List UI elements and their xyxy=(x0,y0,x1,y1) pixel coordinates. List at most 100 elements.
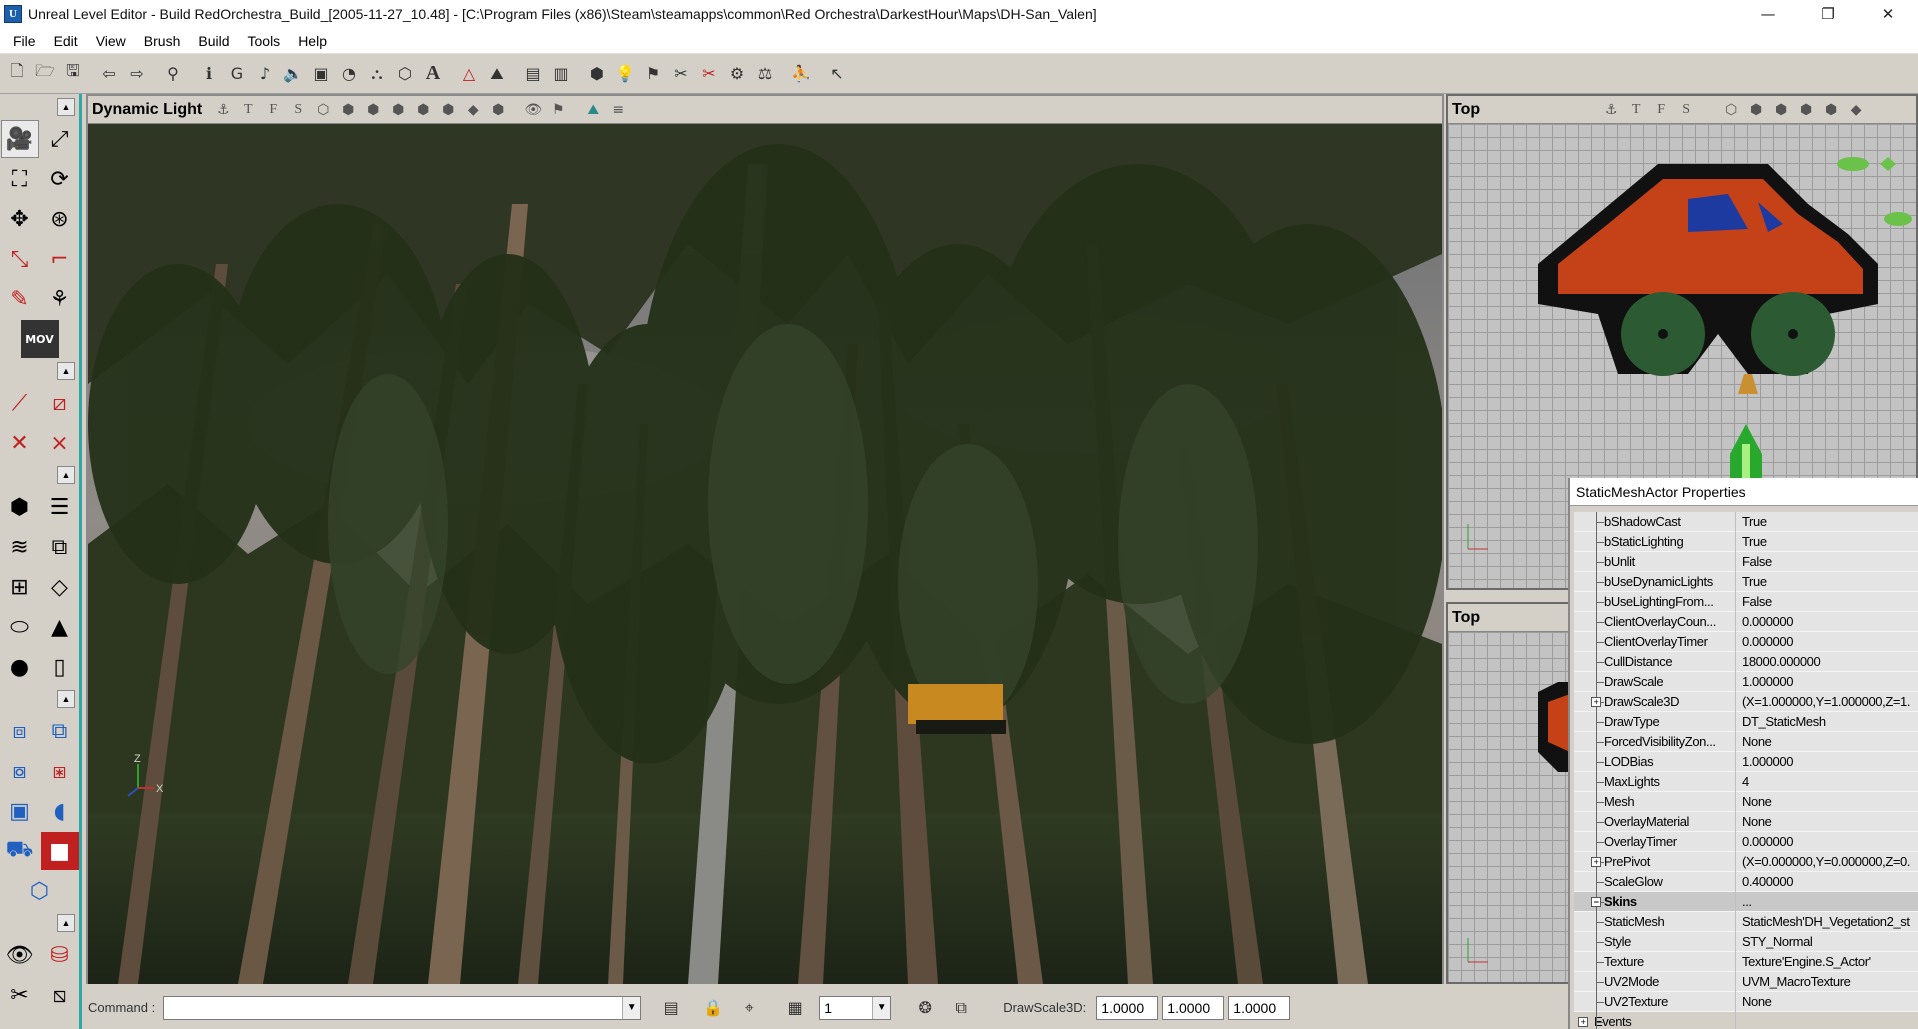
command-input[interactable]: ▼ xyxy=(163,995,642,1020)
font-browser-icon[interactable]: A xyxy=(420,61,446,87)
add-static-mesh-icon[interactable]: ■ xyxy=(40,832,79,870)
redo-icon[interactable]: ⇨ xyxy=(124,61,150,87)
top1-front-button[interactable]: F xyxy=(1650,99,1672,121)
flip-clip-icon[interactable]: ✕ xyxy=(1,424,39,462)
context-help-icon[interactable]: ↖ xyxy=(824,61,850,87)
camera-move-icon[interactable]: 🎥 xyxy=(0,120,39,158)
perspective-viewport[interactable]: Dynamic Light ⚓ T F S ⬡ ⬢ ⬢ ⬢ ⬢ ⬢ ◆ ⬢ 👁 … xyxy=(86,94,1444,984)
property-row[interactable]: bUnlit False xyxy=(1574,551,1918,572)
grid-lines-icon[interactable]: ≡ xyxy=(607,99,629,121)
grid-toggle-icon[interactable]: ▦ xyxy=(783,996,807,1020)
depth-complexity-icon[interactable]: ◆ xyxy=(462,99,484,121)
property-row[interactable]: ScaleGlow 0.400000 xyxy=(1574,871,1918,892)
cube-brush-icon[interactable]: ⬢ xyxy=(1,488,39,526)
top1-light-icon[interactable]: ⬢ xyxy=(1820,99,1842,121)
build-cover-icon[interactable]: ✂ xyxy=(668,61,694,87)
property-row[interactable]: bShadowCast True xyxy=(1574,512,1918,532)
collapse-csg-icon[interactable]: ▲ xyxy=(57,690,75,708)
show-selected-icon[interactable]: 👁 xyxy=(1,936,39,974)
terrain-editor-icon[interactable]: ⛰ xyxy=(484,61,510,87)
sheet-brush-icon[interactable]: ◇ xyxy=(41,568,79,606)
grid-size-dropdown-icon[interactable]: ▼ xyxy=(872,996,891,1019)
unrealscript-editor-icon[interactable]: ▥ xyxy=(548,61,574,87)
static-mesh-browser-icon[interactable]: ⬡ xyxy=(392,61,418,87)
textured-view-icon[interactable]: ⬢ xyxy=(387,99,409,121)
build-all-icon[interactable]: ⚙ xyxy=(724,61,750,87)
menu-build[interactable]: Build xyxy=(189,33,238,49)
menu-tools[interactable]: Tools xyxy=(239,33,290,49)
add-special-brush-icon[interactable]: ▣ xyxy=(1,792,39,830)
top1-top-button[interactable]: T xyxy=(1625,99,1647,121)
terrain-view-icon[interactable]: ⛰ xyxy=(582,99,604,121)
open-map-icon[interactable]: 🗁 xyxy=(32,61,58,87)
actor-class-browser-icon[interactable]: ℹ xyxy=(196,61,222,87)
collapse-brushes-icon[interactable]: ▲ xyxy=(57,466,75,484)
property-row[interactable]: bStaticLighting True xyxy=(1574,531,1918,552)
top1-lock-icon[interactable]: ⚓ xyxy=(1600,99,1622,121)
rotation-grid-icon[interactable]: ❂ xyxy=(913,996,937,1020)
terrain-icon[interactable]: ⤡ xyxy=(1,240,39,278)
collapse-visibility-icon[interactable]: ▲ xyxy=(57,914,75,932)
matinee-icon[interactable]: ⚘ xyxy=(41,280,79,318)
undo-icon[interactable]: ⇦ xyxy=(96,61,122,87)
prefab-browser-icon[interactable]: ⛬ xyxy=(364,61,390,87)
viewport-lock-icon[interactable]: ⚓ xyxy=(212,99,234,121)
dynamic-light-view-icon[interactable]: ⬢ xyxy=(412,99,434,121)
restore-button[interactable]: ❐ xyxy=(1798,0,1858,28)
select-all-icon[interactable]: ✂ xyxy=(1,976,39,1014)
property-row[interactable]: OverlayMaterial None xyxy=(1574,811,1918,832)
invert-selection-icon[interactable]: ⧅ xyxy=(41,976,79,1014)
cone-brush-icon[interactable]: ▲ xyxy=(41,608,79,646)
property-row[interactable]: DrawType DT_StaticMesh xyxy=(1574,711,1918,732)
csg-deintersect-icon[interactable]: ⧆ xyxy=(41,752,79,790)
texture-browser-icon[interactable]: ▣ xyxy=(308,61,334,87)
wireframe-icon[interactable]: ⬡ xyxy=(312,99,334,121)
save-map-icon[interactable]: 🖫 xyxy=(60,61,86,87)
property-row[interactable]: StaticMesh StaticMesh'DH_Vegetation2_st xyxy=(1574,911,1918,932)
top-viewport-2[interactable]: Top xyxy=(1446,602,1572,984)
property-row[interactable]: Mesh None xyxy=(1574,791,1918,812)
minimize-button[interactable]: — xyxy=(1738,0,1798,28)
build-options-icon[interactable]: ⚖ xyxy=(752,61,778,87)
build-changed-icon[interactable]: ✂ xyxy=(696,61,722,87)
property-row[interactable]: OverlayTimer 0.000000 xyxy=(1574,831,1918,852)
animation-browser-icon[interactable]: △ xyxy=(456,61,482,87)
drawscale-z-field[interactable]: 1.0000 xyxy=(1228,995,1291,1020)
property-row[interactable]: ClientOverlayTimer 0.000000 xyxy=(1574,631,1918,652)
mesh-browser-icon[interactable]: ◔ xyxy=(336,61,362,87)
sound-browser-icon[interactable]: 🔈 xyxy=(280,61,306,87)
staircase-brush-icon[interactable]: ☰ xyxy=(41,488,79,526)
property-row[interactable]: bUseDynamicLights True xyxy=(1574,571,1918,592)
property-row[interactable]: MaxLights 4 xyxy=(1574,771,1918,792)
texture-usage-icon[interactable]: ⬢ xyxy=(487,99,509,121)
collapse-modes-icon[interactable]: ▲ xyxy=(57,98,75,116)
property-category-events[interactable]: + Events xyxy=(1574,1011,1918,1029)
drawscale-x-field[interactable]: 1.0000 xyxy=(1096,995,1159,1020)
top1-depth-icon[interactable]: ◆ xyxy=(1845,99,1867,121)
log-window-icon[interactable]: ▤ xyxy=(659,996,683,1020)
curved-stair-brush-icon[interactable]: ≋ xyxy=(1,528,39,566)
rotate-icon[interactable]: ⟳ xyxy=(41,160,79,198)
expand-icon[interactable]: + xyxy=(1591,856,1601,867)
move-icon[interactable]: ✥ xyxy=(1,200,39,238)
lighting-only-icon[interactable]: ⬢ xyxy=(437,99,459,121)
brush-clip-icon[interactable]: ⊛ xyxy=(41,200,79,238)
convert-to-mesh-icon[interactable]: ⬡ xyxy=(21,872,59,910)
maximize-viewport-icon[interactable]: ⧉ xyxy=(949,996,973,1020)
property-row[interactable]: DrawScale 1.000000 xyxy=(1574,671,1918,692)
spiral-stair-brush-icon[interactable]: ⧉ xyxy=(41,528,79,566)
property-row[interactable]: CullDistance 18000.000000 xyxy=(1574,651,1918,672)
volumetric-brush-icon[interactable]: ▯ xyxy=(41,648,79,686)
texture-pan-icon[interactable]: ✎ xyxy=(1,280,39,318)
2d-shape-editor-icon[interactable]: ▤ xyxy=(520,61,546,87)
top1-side-button[interactable]: S xyxy=(1675,99,1697,121)
menu-file[interactable]: File xyxy=(4,33,45,49)
top1-textured-icon[interactable]: ⬢ xyxy=(1795,99,1817,121)
viewport-front-button[interactable]: F xyxy=(262,99,284,121)
sphere-brush-icon[interactable]: ● xyxy=(1,648,39,686)
top1-zone-icon[interactable]: ⬢ xyxy=(1745,99,1767,121)
csg-intersect-icon[interactable]: ⧇ xyxy=(1,752,39,790)
expand-icon[interactable]: + xyxy=(1578,1016,1588,1027)
top1-bsp-icon[interactable]: ⬢ xyxy=(1770,99,1792,121)
property-row[interactable]: UV2Texture None xyxy=(1574,991,1918,1012)
